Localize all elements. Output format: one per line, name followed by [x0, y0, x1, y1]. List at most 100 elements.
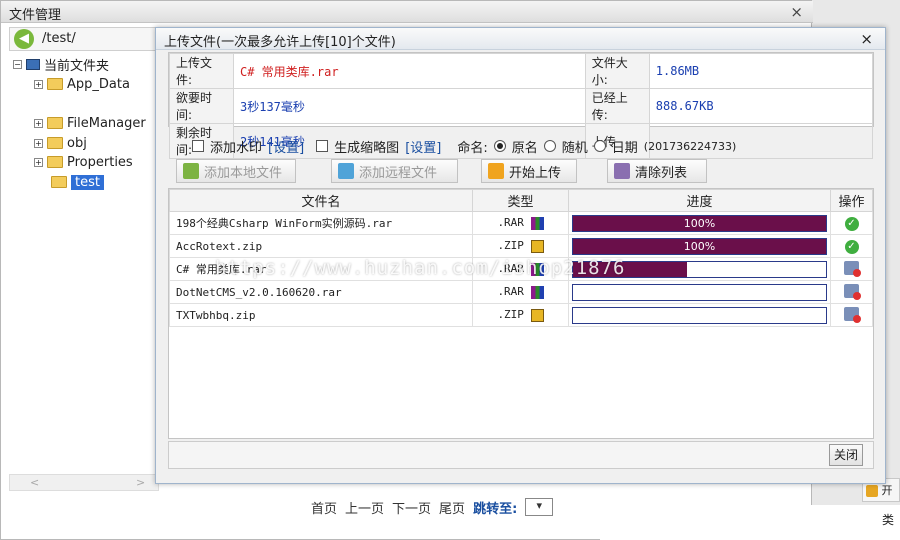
name-random-label: 随机 [561, 140, 588, 156]
progress-bar [572, 283, 827, 301]
dialog-title: 上传文件(一次最多允许上传[10]个文件) [164, 35, 396, 50]
pager-last[interactable]: 尾页 [439, 498, 465, 517]
file-size-value: 1.86MB [648, 53, 874, 89]
action-cell [830, 257, 873, 281]
upload-dialog: 上传文件(一次最多允许上传[10]个文件) × 上传文件: C# 常用类库.ra… [155, 27, 886, 484]
tree-item-label-selected: test [71, 174, 104, 190]
file-name: AccRotext.zip [169, 234, 473, 258]
name-date-label: 日期 [611, 140, 638, 156]
thumbnail-settings-link[interactable]: [设置] [405, 137, 441, 156]
delete-icon[interactable] [844, 306, 861, 323]
action-cell: ✓ [830, 234, 873, 258]
zip-archive-icon [530, 239, 544, 253]
horizontal-scrollbar[interactable]: < > [9, 474, 159, 491]
dialog-footer [168, 441, 874, 469]
watermark-settings-link[interactable]: [设置] [268, 137, 304, 156]
upload-file-value: C# 常用类库.rar [233, 53, 586, 89]
progress-text: 100% [683, 216, 716, 230]
column-header-filename: 文件名 [169, 189, 473, 212]
table-row[interactable]: AccRotext.zip .ZIP 100% ✓ [169, 234, 873, 258]
progress-fill [573, 261, 687, 277]
name-random-radio[interactable] [543, 140, 556, 152]
page-select[interactable]: ▾ [525, 498, 554, 516]
path-bar[interactable]: ◀ /test/ [9, 27, 159, 51]
file-type: .RAR [497, 285, 524, 299]
pager-next[interactable]: 下一页 [392, 498, 431, 517]
window-title: 文件管理 [9, 8, 62, 23]
tree-item-label: FileManager [67, 115, 146, 131]
folder-icon [47, 78, 63, 90]
name-original-label: 原名 [511, 140, 538, 156]
dialog-close-icon[interactable]: × [860, 30, 873, 48]
delete-icon[interactable] [844, 283, 861, 300]
add-local-file-button[interactable]: 添加本地文件 [176, 159, 296, 183]
tree-item-test[interactable]: test [51, 173, 104, 191]
start-upload-button[interactable]: 开始上传 [481, 159, 577, 183]
tree-item-label: App_Data [67, 76, 130, 92]
tree-item-properties[interactable]: + Properties [34, 153, 133, 171]
expand-toggle-icon[interactable]: + [34, 138, 43, 148]
elapsed-value: 3秒137毫秒 [233, 88, 586, 124]
clear-list-label: 清除列表 [635, 165, 688, 181]
close-button[interactable]: 关闭 [829, 444, 863, 466]
table-row[interactable]: TXTwbhbq.zip .ZIP [169, 303, 873, 327]
name-date-radio[interactable] [593, 140, 606, 152]
back-arrow-icon[interactable]: ◀ [14, 29, 34, 49]
file-name: 198个经典Csharp WinForm实例源码.rar [169, 211, 473, 235]
scroll-right-icon[interactable]: > [136, 476, 145, 489]
uploaded-label: 已经上传: [584, 88, 650, 124]
expand-toggle-icon[interactable]: + [34, 157, 43, 167]
table-row[interactable]: DotNetCMS_v2.0.160620.rar .RAR [169, 280, 873, 304]
name-original-radio[interactable] [493, 140, 506, 152]
tree-root-label: 当前文件夹 [44, 58, 110, 74]
scroll-left-icon[interactable]: < [30, 476, 39, 489]
check-icon: ✓ [844, 216, 859, 231]
clear-list-button[interactable]: 清除列表 [607, 159, 707, 183]
progress-cell [568, 303, 831, 327]
add-local-file-label: 添加本地文件 [204, 165, 283, 181]
column-header-action: 操作 [830, 189, 873, 212]
folder-icon [47, 156, 63, 168]
table-row[interactable]: 198个经典Csharp WinForm实例源码.rar .RAR 100% ✓ [169, 211, 873, 235]
current-path: /test/ [42, 31, 76, 46]
file-type-cell: .ZIP [472, 303, 569, 327]
thumbnail-checkbox[interactable] [316, 140, 329, 152]
rar-archive-icon [530, 285, 544, 299]
tree-item-app-data[interactable]: + App_Data [34, 75, 130, 93]
pager-first[interactable]: 首页 [311, 498, 337, 517]
tree-item-filemanager[interactable]: + FileManager [34, 114, 146, 132]
file-type: .RAR [497, 216, 524, 230]
computer-icon [26, 58, 40, 70]
clear-list-icon [614, 163, 630, 179]
add-remote-file-button[interactable]: 添加远程文件 [331, 159, 458, 183]
file-type-cell: .RAR [472, 257, 569, 281]
expand-toggle-icon[interactable]: + [34, 79, 43, 89]
watermark-checkbox[interactable] [192, 140, 204, 152]
thumbnail-label: 生成缩略图 [334, 140, 400, 156]
redaction-box [49, 95, 169, 115]
progress-bar: 100% [572, 214, 827, 232]
button-fragment-label: 开 [881, 484, 893, 497]
date-sample: (201736224733) [643, 139, 737, 153]
collapse-toggle-icon[interactable]: − [13, 59, 22, 69]
add-file-icon [183, 163, 199, 179]
tree-root[interactable]: − 当前文件夹 [13, 55, 110, 74]
progress-bar [572, 306, 827, 324]
file-name: C# 常用类库.rar [169, 257, 473, 281]
expand-toggle-icon[interactable]: + [34, 118, 43, 128]
progress-text: 100% [683, 239, 716, 253]
upload-info-panel: 上传文件: C# 常用类库.rar 文件大小: 1.86MB 欲要时间: 3秒1… [168, 52, 874, 159]
rar-archive-icon [530, 262, 544, 276]
delete-icon[interactable] [844, 260, 861, 277]
file-list-grid: 文件名 类型 进度 操作 198个经典Csharp WinForm实例源码.ra… [168, 188, 874, 439]
close-icon[interactable]: × [790, 3, 803, 21]
folder-icon [47, 137, 63, 149]
table-row[interactable]: C# 常用类库.rar .RAR [169, 257, 873, 281]
tree-item-obj[interactable]: + obj [34, 134, 87, 152]
pager-prev[interactable]: 上一页 [345, 498, 384, 517]
folder-icon [51, 176, 67, 188]
upload-icon [866, 485, 878, 497]
window-title-bar: 文件管理 × [1, 1, 813, 23]
upload-options: 添加水印 [设置] 生成缩略图 [设置] 命名: 原名 随机 日期 (20173… [192, 136, 872, 156]
uploaded-value: 888.67KB [648, 88, 874, 124]
